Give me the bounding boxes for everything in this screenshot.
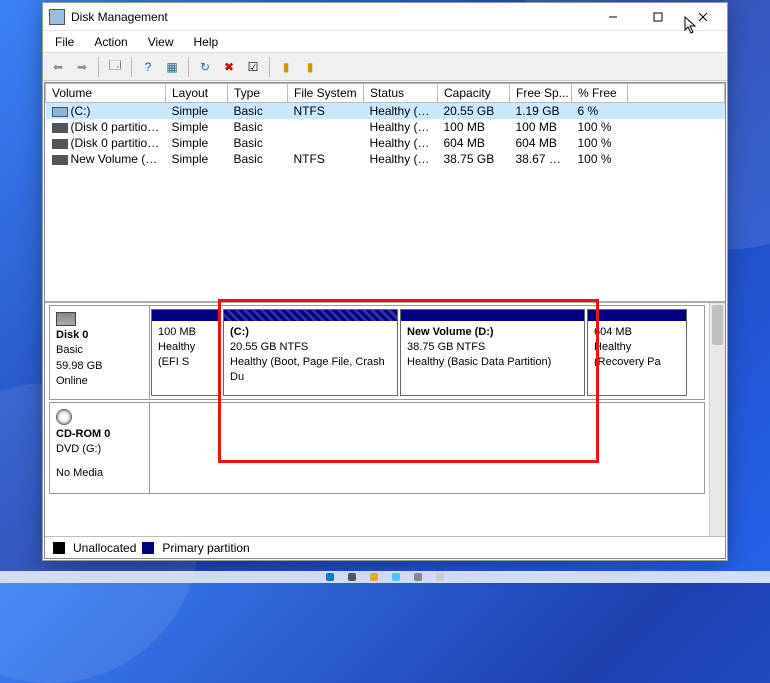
disk0-label[interactable]: Disk 0 Basic 59.98 GB Online: [50, 306, 150, 399]
taskbar-item[interactable]: [414, 573, 422, 581]
drive-icon: [52, 139, 68, 149]
column-headers[interactable]: Volume Layout Type File System Status Ca…: [46, 84, 725, 103]
volume-row[interactable]: (Disk 0 partition 1)SimpleBasicHealthy (…: [46, 119, 725, 135]
forward-button[interactable]: ➡: [71, 56, 93, 78]
back-button[interactable]: ⬅: [47, 56, 69, 78]
graphical-view[interactable]: Disk 0 Basic 59.98 GB Online 100 MBHealt…: [45, 303, 709, 536]
taskbar-item[interactable]: [348, 573, 356, 581]
partition-block[interactable]: (C:)20.55 GB NTFSHealthy (Boot, Page Fil…: [223, 309, 398, 396]
col-free[interactable]: Free Sp...: [510, 84, 572, 103]
taskbar-item[interactable]: [370, 573, 378, 581]
cdrom-row[interactable]: CD-ROM 0 DVD (G:) No Media: [49, 402, 705, 494]
drive-icon: [52, 155, 68, 165]
cdrom-label[interactable]: CD-ROM 0 DVD (G:) No Media: [50, 403, 150, 493]
menu-action[interactable]: Action: [86, 33, 135, 51]
col-pctfree[interactable]: % Free: [572, 84, 628, 103]
partition-block[interactable]: 100 MBHealthy (EFI S: [151, 309, 221, 396]
drive-icon: [52, 107, 68, 117]
hdd-icon: [56, 312, 76, 326]
minimize-button[interactable]: [590, 3, 635, 31]
close-button[interactable]: [680, 3, 725, 31]
titlebar[interactable]: Disk Management: [43, 3, 727, 31]
cd-icon: [56, 409, 72, 425]
volume-row[interactable]: New Volume (D:)SimpleBasicNTFSHealthy (B…: [46, 151, 725, 167]
volume-row[interactable]: (C:)SimpleBasicNTFSHealthy (B...20.55 GB…: [46, 103, 725, 120]
menubar: File Action View Help: [43, 31, 727, 53]
legend-unallocated: Unallocated: [73, 541, 136, 555]
legend-primary: Primary partition: [162, 541, 249, 555]
menu-help[interactable]: Help: [186, 33, 227, 51]
maximize-button[interactable]: [635, 3, 680, 31]
refresh-button[interactable]: ↻: [194, 56, 216, 78]
legend: Unallocated Primary partition: [45, 536, 725, 558]
help-icon[interactable]: ?: [137, 56, 159, 78]
col-status[interactable]: Status: [364, 84, 438, 103]
action1-button[interactable]: ▮: [275, 56, 297, 78]
action2-button[interactable]: ▮: [299, 56, 321, 78]
col-layout[interactable]: Layout: [166, 84, 228, 103]
drive-icon: [52, 123, 68, 133]
delete-button[interactable]: ✖: [218, 56, 240, 78]
col-capacity[interactable]: Capacity: [438, 84, 510, 103]
menu-file[interactable]: File: [47, 33, 82, 51]
partition-block[interactable]: 604 MBHealthy (Recovery Pa: [587, 309, 687, 396]
volume-list[interactable]: Volume Layout Type File System Status Ca…: [45, 83, 725, 303]
app-icon: [49, 9, 65, 25]
volume-row[interactable]: (Disk 0 partition 5)SimpleBasicHealthy (…: [46, 135, 725, 151]
disk0-row[interactable]: Disk 0 Basic 59.98 GB Online 100 MBHealt…: [49, 305, 705, 400]
disk-management-window: Disk Management File Action View Help ⬅ …: [42, 2, 728, 561]
partition-block[interactable]: New Volume (D:)38.75 GB NTFSHealthy (Bas…: [400, 309, 585, 396]
window-title: Disk Management: [71, 10, 590, 24]
taskbar-item[interactable]: [326, 573, 334, 581]
menu-view[interactable]: View: [140, 33, 182, 51]
properties-button[interactable]: ☑: [242, 56, 264, 78]
toolbar: ⬅ ➡ 🗔 ? ▦ ↻ ✖ ☑ ▮ ▮: [43, 53, 727, 81]
col-filesystem[interactable]: File System: [288, 84, 364, 103]
vertical-scrollbar[interactable]: [709, 303, 725, 536]
taskbar[interactable]: [0, 571, 770, 583]
swatch-primary: [142, 542, 154, 554]
views-button[interactable]: ▦: [161, 56, 183, 78]
taskbar-item[interactable]: [392, 573, 400, 581]
up-button[interactable]: 🗔: [104, 56, 126, 78]
col-type[interactable]: Type: [228, 84, 288, 103]
col-volume[interactable]: Volume: [46, 84, 166, 103]
scrollbar-thumb[interactable]: [712, 305, 723, 345]
swatch-unallocated: [53, 542, 65, 554]
taskbar-item[interactable]: [436, 573, 444, 581]
